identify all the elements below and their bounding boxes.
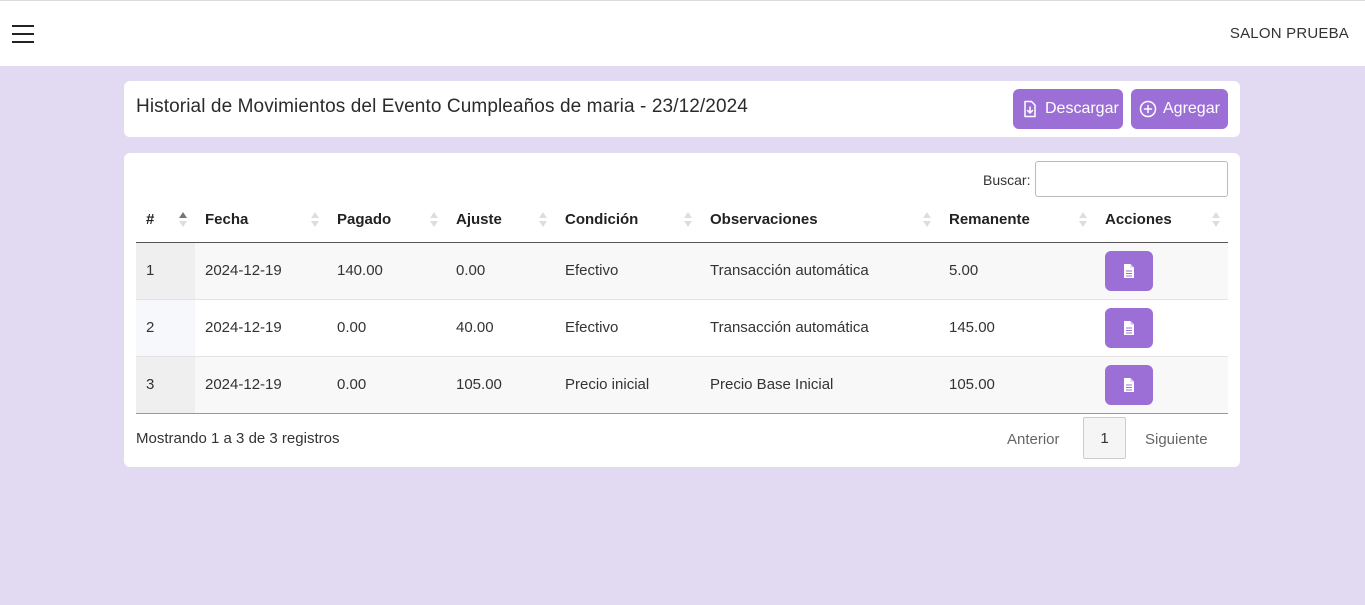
download-label: Descargar: [1045, 100, 1119, 117]
column-header-condicion[interactable]: Condición: [555, 198, 700, 243]
download-button[interactable]: Descargar: [1013, 89, 1123, 129]
search-input[interactable]: [1035, 161, 1228, 197]
cell-remanente: 5.00: [939, 242, 1095, 300]
column-header-acciones[interactable]: Acciones: [1095, 198, 1228, 243]
cell-fecha: 2024-12-19: [195, 242, 327, 300]
sort-icon: [1079, 212, 1087, 228]
cell-number: 3: [136, 356, 195, 414]
pagination-page-1[interactable]: 1: [1083, 417, 1126, 459]
cell-number: 1: [136, 242, 195, 300]
sort-icon: [1212, 212, 1220, 228]
table-header-row: # Fecha Pagado Ajuste Condición Observac…: [136, 198, 1228, 243]
view-document-button[interactable]: [1105, 307, 1153, 348]
cell-acciones: [1095, 356, 1228, 414]
brand-name: SALON PRUEBA: [1229, 25, 1349, 42]
column-header-remanente[interactable]: Remanente: [939, 198, 1095, 243]
cell-ajuste: 0.00: [446, 242, 555, 300]
table-row: 3 2024-12-19 0.00 105.00 Precio inicial …: [136, 356, 1228, 414]
view-document-button[interactable]: [1105, 364, 1153, 405]
movements-table-card: Buscar: # Fecha Pagado Ajuste Condición …: [124, 153, 1240, 467]
document-icon: [1124, 377, 1134, 392]
sort-icon: [311, 212, 319, 228]
table-info: Mostrando 1 a 3 de 3 registros: [136, 430, 340, 447]
cell-remanente: 105.00: [939, 356, 1095, 414]
column-header-number[interactable]: #: [136, 198, 195, 243]
column-header-observaciones[interactable]: Observaciones: [700, 198, 939, 243]
sort-icon: [923, 212, 931, 228]
cell-pagado: 0.00: [327, 299, 446, 357]
cell-ajuste: 105.00: [446, 356, 555, 414]
search-label: Buscar:: [983, 172, 1031, 188]
plus-circle-icon: [1139, 100, 1157, 118]
cell-number: 2: [136, 299, 195, 357]
add-label: Agregar: [1163, 100, 1220, 117]
pagination-previous[interactable]: Anterior: [1007, 431, 1060, 448]
document-icon: [1124, 263, 1134, 278]
cell-remanente: 145.00: [939, 299, 1095, 357]
sort-asc-icon: [179, 212, 187, 228]
cell-condicion: Efectivo: [555, 299, 700, 357]
table-row: 2 2024-12-19 0.00 40.00 Efectivo Transac…: [136, 299, 1228, 357]
cell-fecha: 2024-12-19: [195, 356, 327, 414]
pagination-next[interactable]: Siguiente: [1145, 431, 1208, 448]
cell-pagado: 140.00: [327, 242, 446, 300]
sort-icon: [430, 212, 438, 228]
view-document-button[interactable]: [1105, 250, 1153, 291]
column-header-fecha[interactable]: Fecha: [195, 198, 327, 243]
cell-observaciones: Transacción automática: [700, 299, 939, 357]
cell-condicion: Precio inicial: [555, 356, 700, 414]
cell-fecha: 2024-12-19: [195, 299, 327, 357]
cell-observaciones: Precio Base Inicial: [700, 356, 939, 414]
page-title: Historial de Movimientos del Evento Cump…: [136, 96, 748, 117]
top-navbar: SALON PRUEBA: [0, 0, 1365, 66]
add-button[interactable]: Agregar: [1131, 89, 1228, 129]
title-card: Historial de Movimientos del Evento Cump…: [124, 81, 1240, 137]
movements-table: # Fecha Pagado Ajuste Condición Observac…: [136, 198, 1228, 414]
document-icon: [1124, 320, 1134, 335]
download-file-icon: [1024, 100, 1036, 118]
sort-icon: [539, 212, 547, 228]
cell-pagado: 0.00: [327, 356, 446, 414]
cell-acciones: [1095, 299, 1228, 357]
table-row: 1 2024-12-19 140.00 0.00 Efectivo Transa…: [136, 242, 1228, 300]
column-header-pagado[interactable]: Pagado: [327, 198, 446, 243]
hamburger-menu-icon[interactable]: [12, 24, 34, 44]
cell-ajuste: 40.00: [446, 299, 555, 357]
cell-acciones: [1095, 242, 1228, 300]
cell-condicion: Efectivo: [555, 242, 700, 300]
column-header-ajuste[interactable]: Ajuste: [446, 198, 555, 243]
cell-observaciones: Transacción automática: [700, 242, 939, 300]
sort-icon: [684, 212, 692, 228]
